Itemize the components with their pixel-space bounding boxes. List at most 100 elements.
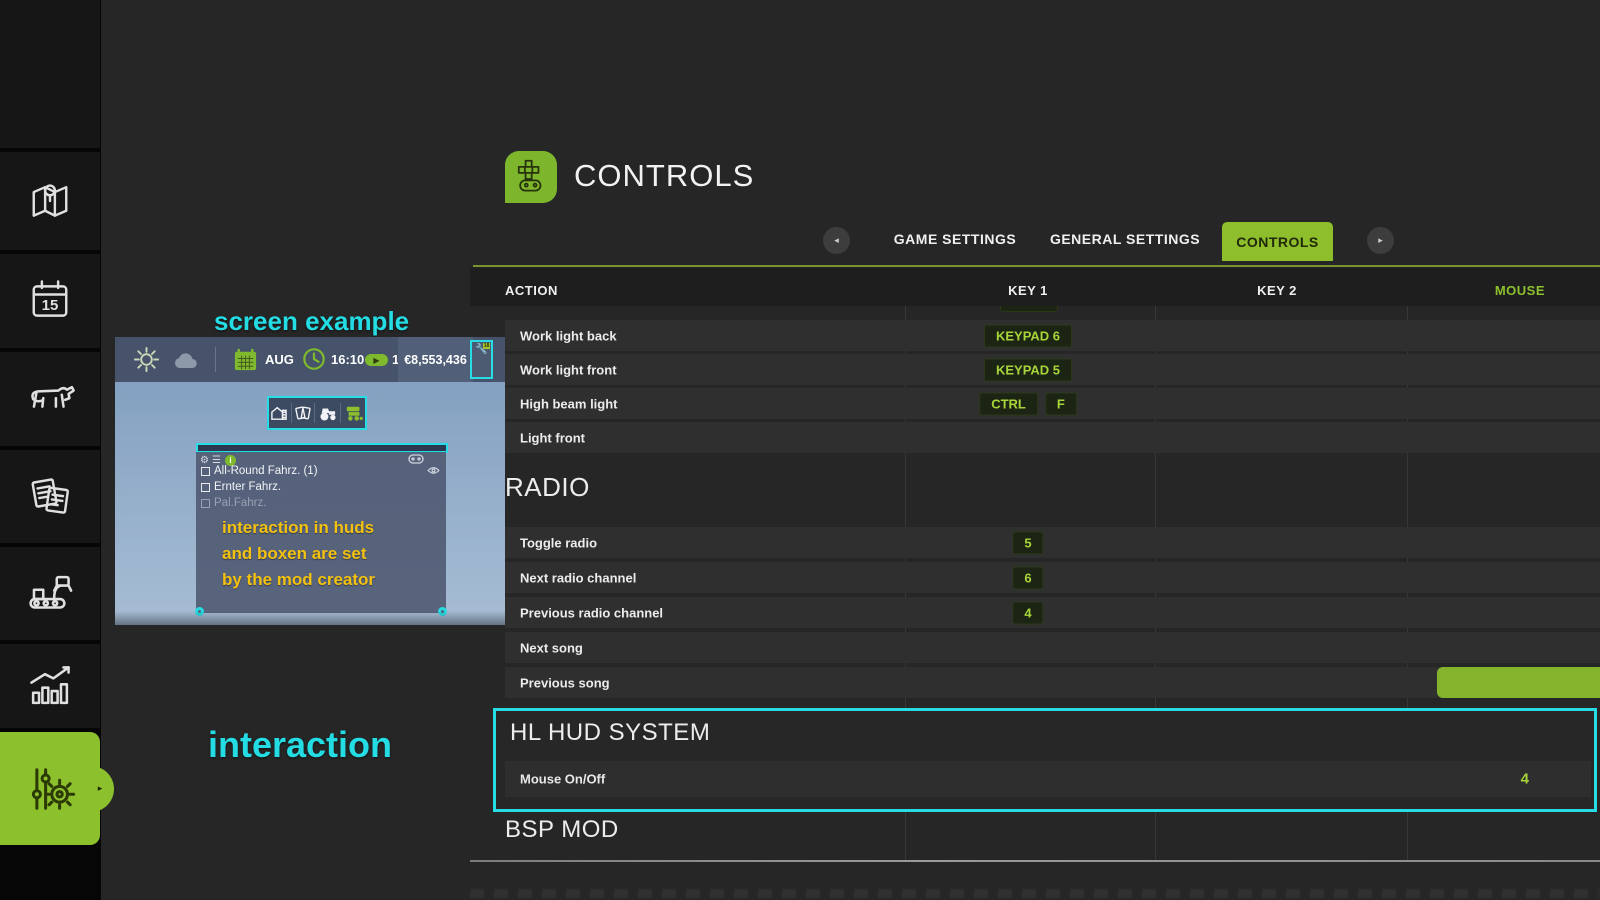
gamepad-badge-icon: [408, 454, 424, 464]
checkbox-icon: [201, 483, 210, 492]
divider: [340, 403, 341, 423]
sidebar-item-production[interactable]: [0, 547, 100, 640]
key-badge[interactable]: 6: [1012, 566, 1043, 589]
table-row[interactable]: High beam light CTRL F: [505, 388, 1600, 419]
calendar-day-label: 15: [42, 297, 59, 314]
cow-icon: [23, 372, 77, 426]
tabs-next-button[interactable]: ▸: [1367, 227, 1394, 254]
table-row[interactable]: Work light back KEYPAD 6: [505, 320, 1600, 351]
sidebar-item-statistics[interactable]: [0, 644, 100, 728]
sun-icon: [133, 346, 160, 373]
annotation-screen-example: screen example: [214, 306, 409, 337]
badge: 18: [483, 343, 490, 349]
table-row[interactable]: Previous song: [505, 667, 1600, 698]
mouse-binding-highlight[interactable]: [1437, 667, 1600, 698]
key-badge[interactable]: 4: [1012, 601, 1043, 624]
tab-controls-label: CONTROLS: [1236, 234, 1319, 250]
section-title-radio: RADIO: [505, 472, 590, 503]
sidebar-item-calendar[interactable]: 15: [0, 254, 100, 348]
contracts-icon: [24, 471, 76, 523]
hud-month: AUG: [265, 352, 294, 367]
action-label: Previous radio channel: [520, 605, 663, 620]
key-badge[interactable]: CTRL: [979, 392, 1038, 415]
chevron-right-icon: ▸: [98, 783, 103, 794]
annotation-hud-note: interaction in huds and boxen are set by…: [222, 515, 375, 593]
action-label: Next song: [520, 640, 583, 655]
vehicle-list-item: Pal.Fahrz.: [201, 497, 266, 509]
tab-controls[interactable]: CONTROLS: [1222, 222, 1333, 261]
eye-icon: [427, 466, 440, 475]
action-label: Next radio channel: [520, 570, 636, 585]
table-row[interactable]: Light front: [505, 422, 1600, 453]
page-title: CONTROLS: [574, 158, 754, 194]
sidebar: 15: [0, 0, 101, 900]
tab-game-settings[interactable]: GAME SETTINGS: [894, 231, 1016, 247]
vehicle-label: All-Round Fahrz. (1): [214, 465, 318, 477]
sidebar-item-animals[interactable]: [0, 352, 100, 446]
divider: [291, 403, 292, 423]
vehicle-list-item: Ernter Fahrz.: [201, 481, 281, 493]
partial-key-badge: [1000, 306, 1058, 314]
vehicle-label: Ernter Fahrz.: [214, 481, 281, 493]
statistics-icon: [23, 659, 77, 713]
sidebar-item-blank: [0, 0, 100, 148]
annotation-interaction: interaction: [208, 724, 392, 766]
hl-hud-system-highlight-box: HL HUD SYSTEM Mouse On/Off 4: [493, 708, 1597, 812]
screen-example-image: AUG 16:10 ▶ 1 €8,553,436 🔧 18 ⚙ ☰ i: [115, 337, 505, 625]
production-icon: [23, 567, 77, 621]
table-row[interactable]: Next radio channel 6: [505, 562, 1600, 593]
hud-money: €8,553,436: [404, 353, 467, 367]
harvester-icon: [344, 404, 364, 422]
checkbox-icon: [201, 499, 210, 508]
key-badge[interactable]: KEYPAD 5: [984, 358, 1072, 381]
clipped-bottom-row: [470, 889, 1600, 898]
table-row[interactable]: Next song: [505, 632, 1600, 663]
action-label: Work light front: [520, 362, 617, 377]
cloud-icon: [173, 352, 199, 369]
bottom-divider: [470, 860, 1600, 862]
tabs-prev-button[interactable]: ◂: [823, 227, 850, 254]
screenshot-bottom-fade: [115, 611, 505, 625]
col-header-key1: KEY 1: [1008, 283, 1048, 298]
key-badge[interactable]: KEYPAD 6: [984, 324, 1072, 347]
tab-underline: [473, 265, 1600, 267]
mouse-binding-value[interactable]: 4: [1521, 771, 1529, 788]
table-row[interactable]: Toggle radio 5: [505, 527, 1600, 558]
section-title-hl-hud-system: HL HUD SYSTEM: [510, 719, 710, 747]
hud-time: 16:10: [331, 352, 364, 367]
controls-app-icon: [505, 151, 557, 203]
divider: [314, 403, 315, 423]
action-label: High beam light: [520, 396, 618, 411]
col-header-mouse: MOUSE: [1495, 283, 1545, 298]
table-row[interactable]: Mouse On/Off 4: [505, 761, 1591, 797]
money-section: €8,553,436: [398, 337, 473, 382]
action-label: Light front: [520, 430, 585, 445]
fields-icon: [294, 405, 312, 421]
map-icon: [24, 175, 76, 227]
checkbox-icon: [201, 467, 210, 476]
sidebar-item-map[interactable]: [0, 152, 100, 250]
hud-toolbar-selection: [267, 396, 367, 430]
key-badge[interactable]: F: [1045, 392, 1077, 415]
game-hud-topbar: AUG 16:10 ▶ 1 €8,553,436 🔧 18: [115, 337, 505, 382]
sidebar-item-contracts[interactable]: [0, 450, 100, 543]
action-label: Work light back: [520, 328, 617, 343]
gamepad-icon: [512, 158, 550, 196]
action-label: Toggle radio: [520, 535, 597, 550]
sidebar-item-settings-active[interactable]: ▸: [0, 732, 100, 845]
play-icon: ▶: [373, 356, 379, 365]
calendar-icon: [233, 347, 258, 372]
chevron-left-icon: ◂: [834, 235, 839, 246]
hud-edit-selection-box: 🔧 18: [470, 340, 493, 379]
vehicle-list-item: All-Round Fahrz. (1): [201, 465, 318, 477]
tab-general-settings[interactable]: GENERAL SETTINGS: [1050, 231, 1200, 247]
vehicle-label: Pal.Fahrz.: [214, 497, 266, 509]
table-row[interactable]: Previous radio channel 4: [505, 597, 1600, 628]
table-row[interactable]: Work light front KEYPAD 5: [505, 354, 1600, 385]
action-label: Mouse On/Off: [520, 772, 605, 787]
col-header-key2: KEY 2: [1257, 283, 1297, 298]
key-badge[interactable]: 5: [1012, 531, 1043, 554]
tractor-icon: [318, 405, 338, 421]
barn-icon: [270, 405, 288, 421]
action-label: Previous song: [520, 675, 610, 690]
